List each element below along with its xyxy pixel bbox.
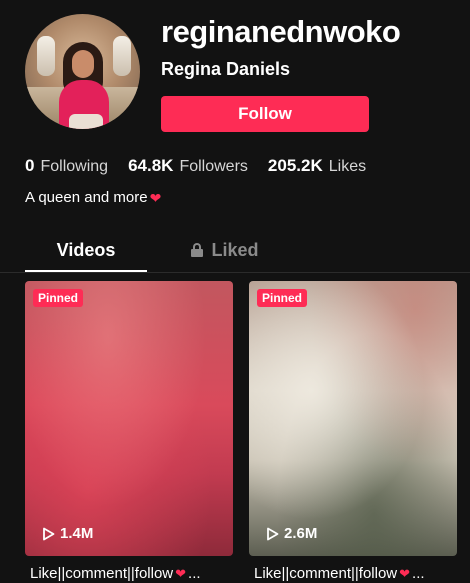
video-views: 2.6M xyxy=(266,524,317,544)
profile-avatar[interactable] xyxy=(25,14,140,129)
avatar-face xyxy=(72,50,94,78)
heart-emoji: ❤ xyxy=(175,566,187,581)
video-caption[interactable]: Like||comment||follow ❤... xyxy=(254,565,464,583)
video-caption-text: Like||comment||follow xyxy=(254,565,398,582)
caption-ellipsis: ... xyxy=(188,565,201,582)
tab-liked-label: Liked xyxy=(211,240,259,260)
likes-label: Likes xyxy=(328,157,367,175)
bio-text: A queen and more xyxy=(25,189,148,206)
heart-emoji: ❤ xyxy=(399,566,411,581)
pinned-badge: Pinned xyxy=(33,289,84,307)
profile-bio: A queen and more ❤ xyxy=(25,188,161,208)
likes-stat: 205.2K Likes xyxy=(268,155,366,178)
follow-button[interactable]: Follow xyxy=(161,96,369,132)
profile-username: reginanednwoko xyxy=(161,14,401,49)
avatar-window-left xyxy=(37,36,55,76)
play-icon xyxy=(267,527,279,541)
play-icon xyxy=(43,527,55,541)
avatar-window-right xyxy=(113,36,131,76)
profile-stats: 0 Following 64.8K Followers 205.2K Likes xyxy=(25,155,386,177)
likes-count: 205.2K xyxy=(267,155,323,175)
followers-count: 64.8K xyxy=(128,155,174,175)
followers-label: Followers xyxy=(179,157,248,175)
following-count: 0 xyxy=(25,155,35,175)
following-stat[interactable]: 0 Following xyxy=(25,155,108,178)
profile-nickname: Regina Daniels xyxy=(161,59,291,79)
followers-stat[interactable]: 64.8K Followers xyxy=(128,155,248,178)
video-view-count: 2.6M xyxy=(284,525,318,542)
following-label: Following xyxy=(40,157,109,175)
lock-icon xyxy=(191,243,204,257)
video-view-count: 1.4M xyxy=(60,525,94,542)
tab-liked[interactable]: Liked xyxy=(170,230,280,270)
heart-emoji: ❤ xyxy=(149,190,162,206)
caption-ellipsis: ... xyxy=(412,565,425,582)
pinned-badge: Pinned xyxy=(257,289,308,307)
avatar-legs xyxy=(69,114,103,129)
video-views: 1.4M xyxy=(42,524,93,544)
video-caption[interactable]: Like||comment||follow ❤... xyxy=(30,565,240,583)
tab-active-indicator xyxy=(25,270,147,272)
tab-videos[interactable]: Videos xyxy=(25,230,147,270)
profile-tabs: Videos Liked xyxy=(0,230,470,273)
video-card[interactable]: Pinned 1.4M xyxy=(25,281,233,556)
video-caption-text: Like||comment||follow xyxy=(30,565,174,582)
video-card[interactable]: Pinned 2.6M xyxy=(249,281,457,556)
